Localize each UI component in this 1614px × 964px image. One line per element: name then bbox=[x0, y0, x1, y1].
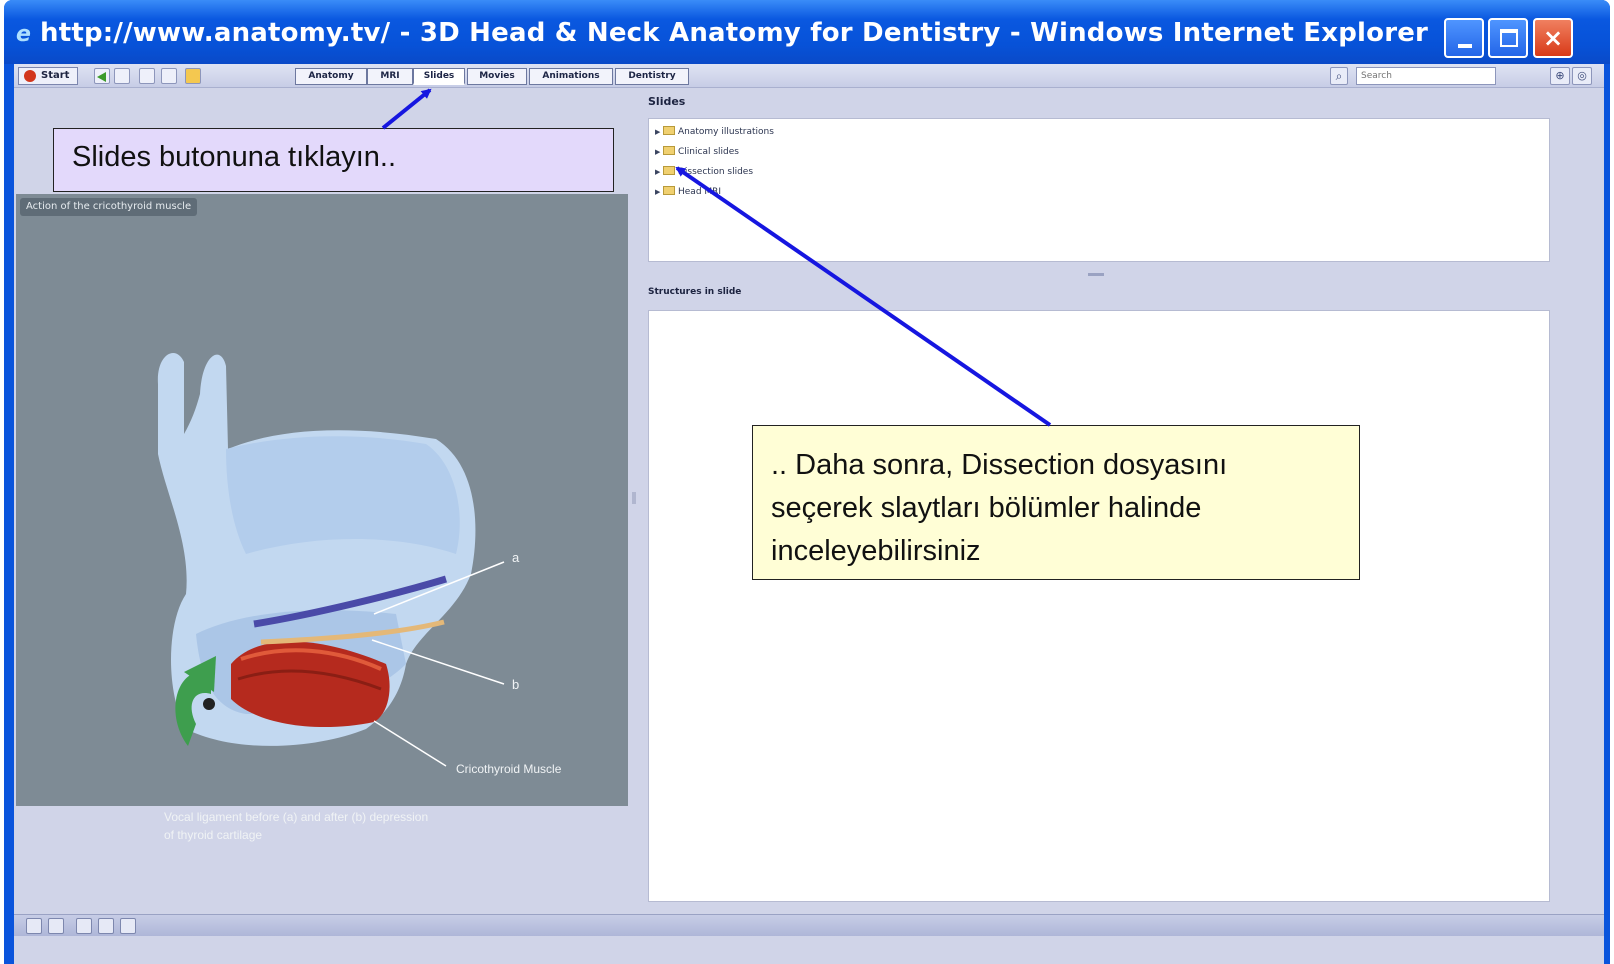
tab-slides[interactable]: Slides bbox=[413, 68, 465, 85]
export-icon[interactable] bbox=[76, 918, 92, 934]
maximize-icon bbox=[1500, 29, 1518, 47]
cartilage-shading bbox=[226, 436, 460, 554]
settings-icon[interactable]: ◎ bbox=[1572, 67, 1592, 85]
minimize-icon bbox=[1458, 44, 1472, 48]
tree-item-label: Dissection slides bbox=[678, 167, 754, 177]
favorites-icon[interactable] bbox=[185, 68, 201, 84]
structures-panel bbox=[648, 310, 1550, 902]
tree-item-label: Anatomy illustrations bbox=[678, 127, 774, 137]
tab-anatomy[interactable]: Anatomy bbox=[295, 68, 367, 85]
zoom-in-icon[interactable]: ⊕ bbox=[1550, 67, 1570, 85]
maximize-button[interactable] bbox=[1488, 18, 1528, 58]
back-arrow-icon[interactable] bbox=[94, 68, 110, 84]
vertical-splitter[interactable] bbox=[632, 492, 636, 504]
splitter-grip-icon bbox=[1088, 273, 1104, 276]
close-button[interactable]: × bbox=[1533, 18, 1573, 58]
print-icon[interactable] bbox=[26, 918, 42, 934]
notes-icon[interactable] bbox=[98, 918, 114, 934]
zoom-icon[interactable] bbox=[120, 918, 136, 934]
tab-mri[interactable]: MRI bbox=[367, 68, 413, 85]
title-bar[interactable]: e http://www.anatomy.tv/ - 3D Head & Nec… bbox=[4, 0, 1610, 64]
expand-arrow-icon[interactable]: ▶ bbox=[655, 125, 663, 139]
folder-icon bbox=[663, 126, 675, 135]
folder-icon bbox=[663, 146, 675, 155]
folder-icon bbox=[663, 166, 675, 175]
tree-item-clinical-slides[interactable]: ▶ Clinical slides bbox=[655, 145, 739, 159]
tree-item-label: Clinical slides bbox=[678, 147, 739, 157]
save-icon[interactable] bbox=[48, 918, 64, 934]
app-toolbar: Start Anatomy MRI Slides Movies Animatio… bbox=[14, 64, 1604, 88]
expand-arrow-icon[interactable]: ▶ bbox=[655, 165, 663, 179]
tree-item-head-mri[interactable]: ▶ Head MRI bbox=[655, 185, 721, 199]
window-title: http://www.anatomy.tv/ - 3D Head & Neck … bbox=[40, 18, 1429, 48]
horizontal-splitter[interactable] bbox=[648, 268, 1550, 280]
ie-logo-icon: e bbox=[16, 22, 31, 47]
slide-title-tag: Action of the cricothyroid muscle bbox=[20, 198, 198, 216]
expand-arrow-icon[interactable]: ▶ bbox=[655, 145, 663, 159]
tab-movies[interactable]: Movies bbox=[467, 68, 527, 85]
callout-line-1: .. Daha sonra, Dissection dosyasını bbox=[771, 449, 1228, 481]
label-cricothyroid-muscle: Cricothyroid Muscle bbox=[456, 762, 562, 776]
start-label: Start bbox=[41, 70, 70, 81]
status-bar bbox=[14, 914, 1604, 936]
slides-tree: ▶ Anatomy illustrations ▶ Clinical slides … bbox=[648, 118, 1550, 262]
structures-panel-title: Structures in slide bbox=[648, 287, 742, 297]
forward-arrow-icon[interactable] bbox=[114, 68, 130, 84]
close-icon: × bbox=[1542, 24, 1564, 52]
tree-item-anatomy-illustrations[interactable]: ▶ Anatomy illustrations bbox=[655, 125, 774, 139]
slides-panel-title: Slides bbox=[648, 95, 686, 108]
window-icon[interactable] bbox=[161, 68, 177, 84]
start-button[interactable]: Start bbox=[18, 67, 78, 85]
caption-line-2: of thyroid cartilage bbox=[164, 828, 263, 842]
instruction-callout-dissection: .. Daha sonra, Dissection dosyasını seçe… bbox=[752, 425, 1360, 580]
caption-line-1: Vocal ligament before (a) and after (b) … bbox=[164, 810, 429, 824]
search-icon[interactable]: ⌕ bbox=[1330, 67, 1348, 85]
tab-animations[interactable]: Animations bbox=[529, 68, 613, 85]
tree-item-dissection-slides[interactable]: ▶ Dissection slides bbox=[655, 165, 753, 179]
callout-line-2: seçerek slaytları bölümler halinde bbox=[771, 492, 1202, 524]
tab-dentistry[interactable]: Dentistry bbox=[615, 68, 689, 85]
instruction-callout-slides: Slides butonuna tıklayın.. bbox=[53, 128, 614, 192]
larynx-illustration bbox=[157, 353, 505, 767]
label-b: b bbox=[512, 677, 520, 692]
search-input[interactable] bbox=[1356, 67, 1496, 85]
folder-icon bbox=[663, 186, 675, 195]
label-a: a bbox=[512, 550, 520, 565]
document-icon[interactable] bbox=[139, 68, 155, 84]
pivot-point bbox=[203, 698, 215, 710]
expand-arrow-icon[interactable]: ▶ bbox=[655, 185, 663, 199]
tree-item-label: Head MRI bbox=[678, 187, 722, 197]
start-icon bbox=[24, 70, 36, 82]
slide-image-panel: Action of the cricothyroid muscle a b Cr… bbox=[16, 194, 628, 842]
minimize-button[interactable] bbox=[1444, 18, 1484, 58]
callout-line-3: inceleyebilirsiniz bbox=[771, 535, 981, 567]
